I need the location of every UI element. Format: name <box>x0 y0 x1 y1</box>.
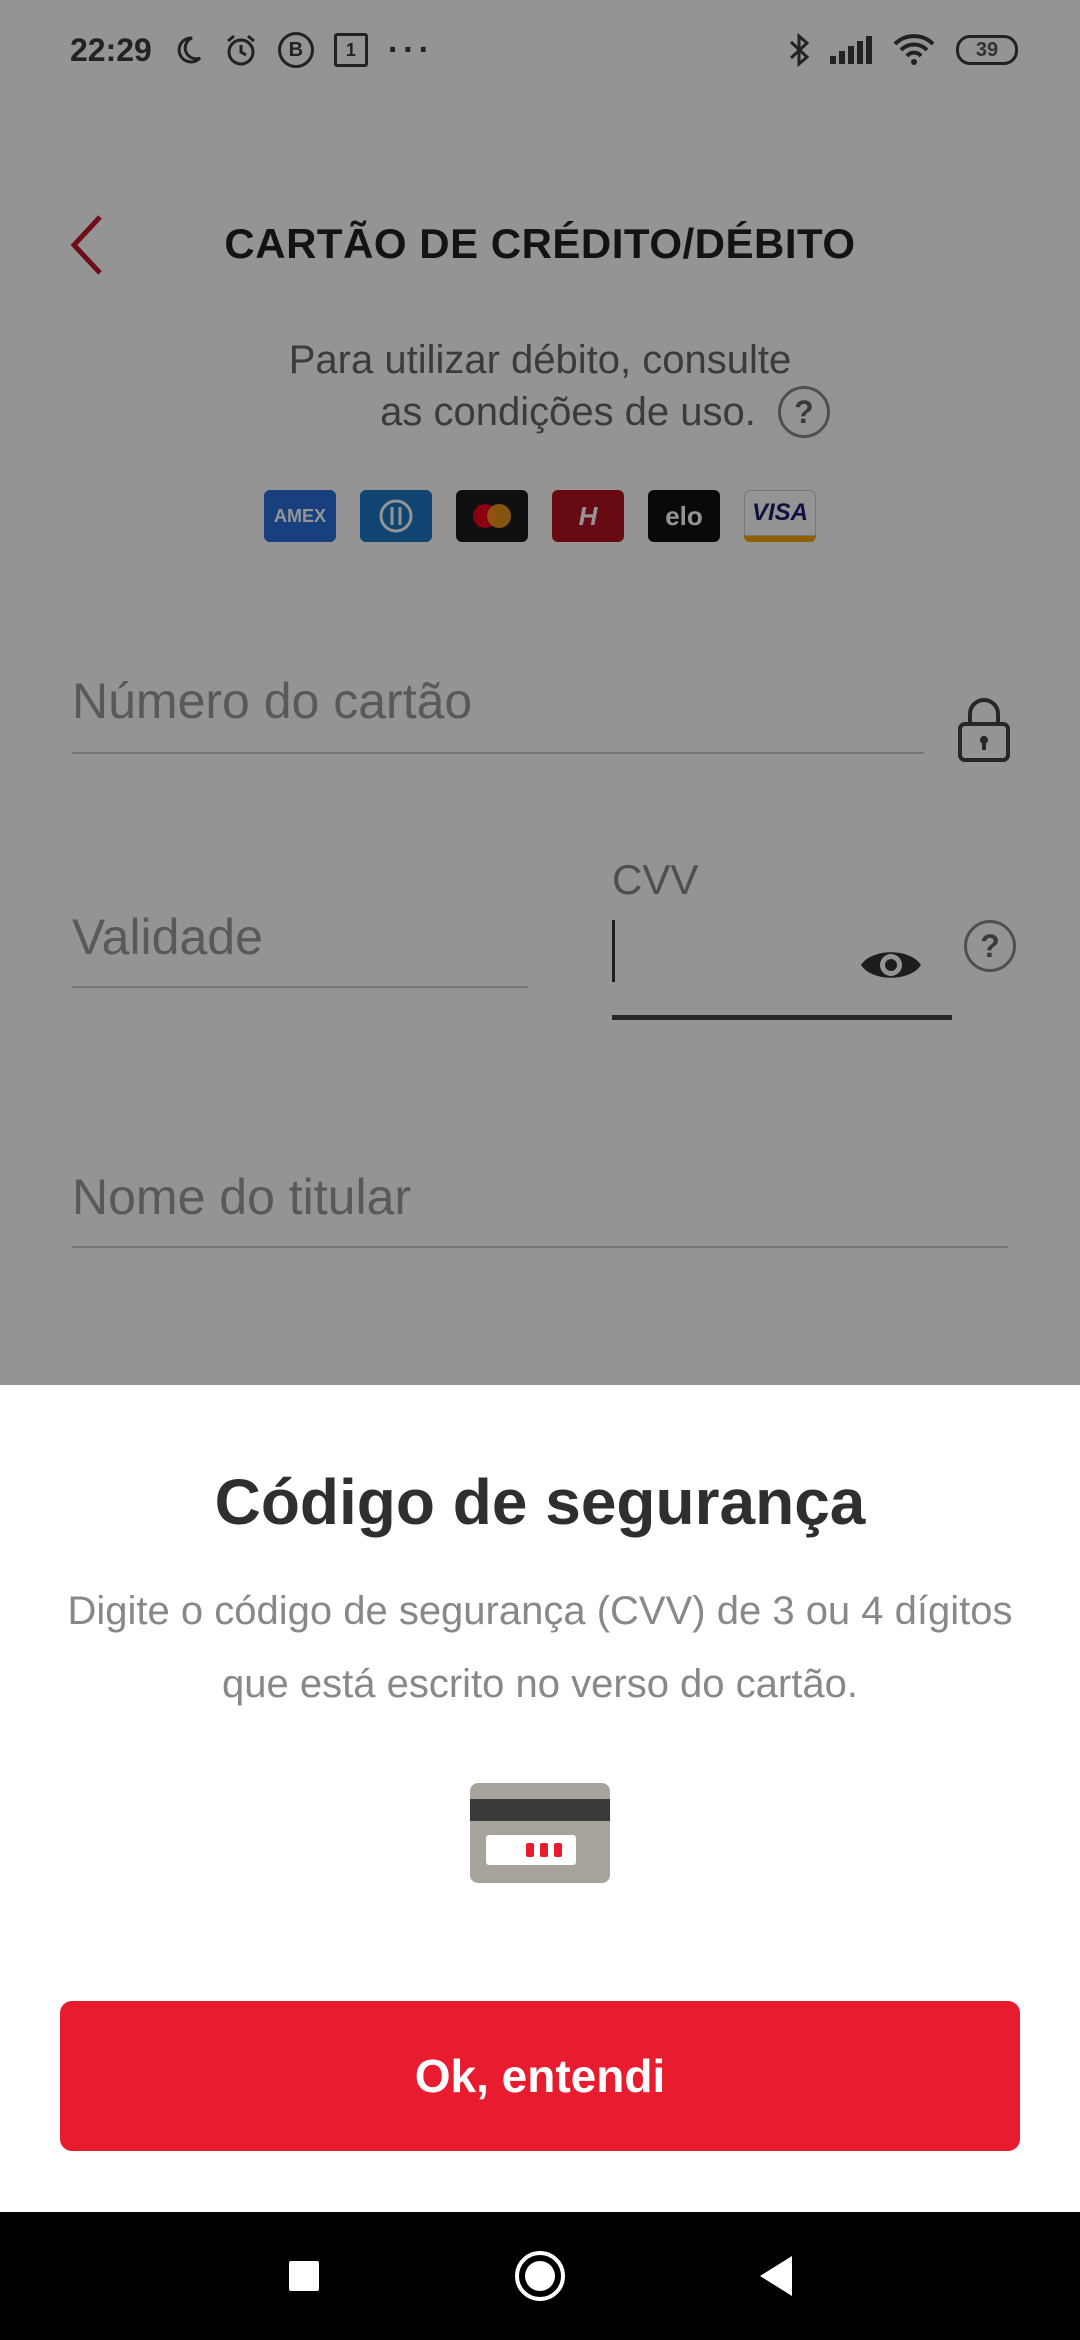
sheet-description: Digite o código de segurança (CVV) de 3 … <box>67 1589 1013 1706</box>
battery-indicator: 39 <box>956 35 1018 65</box>
alarm-icon <box>224 33 258 67</box>
status-time: 22:29 <box>70 31 152 68</box>
home-icon[interactable] <box>510 2246 570 2306</box>
security-code-sheet: Código de segurança Digite o código de s… <box>0 1385 1080 2212</box>
ok-button[interactable]: Ok, entendi <box>60 2001 1020 2151</box>
modal-backdrop[interactable] <box>0 0 1080 1385</box>
calendar-icon: 1 <box>333 33 368 67</box>
status-bar: 22:29 B 1 ··· 39 <box>0 0 1080 100</box>
sheet-title: Código de segurança <box>214 1466 866 1538</box>
more-icon: ··· <box>387 30 434 69</box>
card-back-icon <box>470 1783 610 1883</box>
b-icon: B <box>277 32 314 68</box>
recents-icon[interactable] <box>274 2246 334 2306</box>
navigation-bar <box>0 2212 1080 2340</box>
wifi-icon <box>892 33 936 67</box>
signal-icon <box>830 36 872 64</box>
moon-icon <box>172 34 204 66</box>
back-nav-icon[interactable] <box>746 2246 806 2306</box>
bluetooth-icon <box>788 32 810 68</box>
